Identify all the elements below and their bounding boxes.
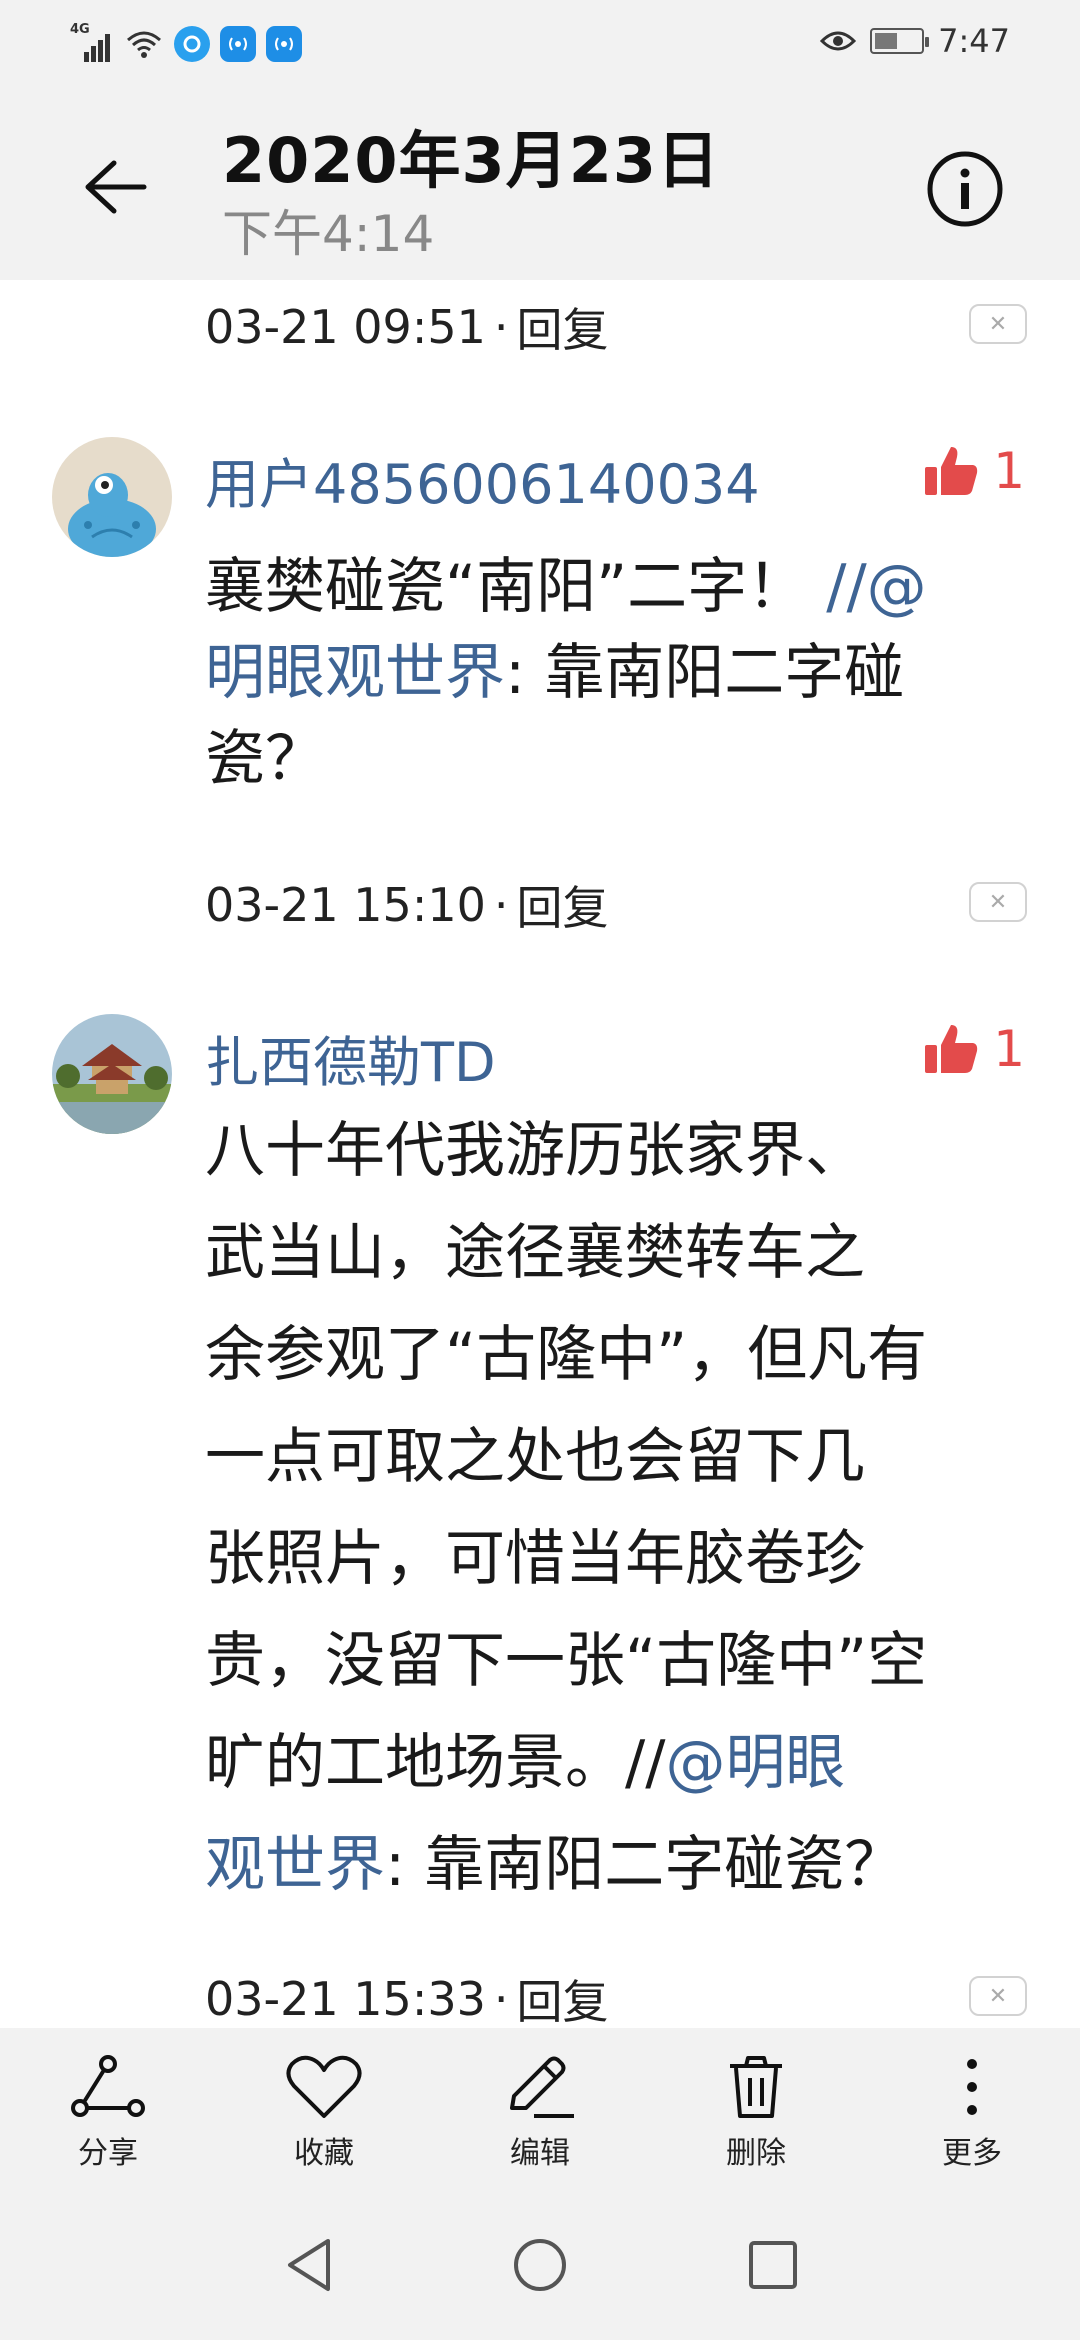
meta-separator: · bbox=[493, 300, 509, 354]
favorite-button[interactable]: 收藏 bbox=[216, 2028, 432, 2190]
triangle-back-icon bbox=[288, 2239, 330, 2291]
mention-link[interactable]: 明眼观世界 bbox=[205, 638, 505, 708]
delete-comment-button[interactable]: ✕ bbox=[969, 1976, 1027, 2016]
status-bar: 4G 7:47 bbox=[0, 0, 1080, 90]
reply-button[interactable]: 回复 bbox=[516, 294, 608, 360]
wifi-icon bbox=[127, 31, 161, 58]
comment-text-segment: 襄樊碰瓷“南阳”二字！ bbox=[205, 552, 827, 622]
reply-button[interactable]: 回复 bbox=[516, 872, 608, 938]
header: 2020年3月23日 下午4:14 bbox=[0, 90, 1080, 280]
comment-text: 八十年代我游历张家界、 武当山，途径襄樊转车之 余参观了“古隆中”，但凡有 一点… bbox=[205, 1100, 1025, 1916]
status-icons-right: 7:47 bbox=[820, 22, 1010, 60]
comment-time: 03-21 15:10 bbox=[205, 878, 486, 932]
comment-time: 03-21 15:33 bbox=[205, 1972, 486, 2026]
heart-icon bbox=[286, 2055, 362, 2118]
close-icon: ✕ bbox=[988, 889, 1008, 915]
comment-text-segment: : 靠南阳二字碰 bbox=[505, 638, 905, 708]
comment-line: 八十年代我游历张家界、 bbox=[205, 1116, 865, 1186]
comment-text-segment: : 靠南阳二字碰瓷？ bbox=[385, 1830, 905, 1900]
edit-button[interactable]: 编辑 bbox=[432, 2028, 648, 2190]
like-count: 1 bbox=[993, 442, 1025, 500]
mention-link[interactable]: 观世界 bbox=[205, 1830, 385, 1900]
comment-text: 襄樊碰瓷“南阳”二字！ //@ 明眼观世界: 靠南阳二字碰 瓷？ bbox=[205, 544, 1025, 802]
like-button[interactable]: 1 bbox=[923, 442, 1025, 500]
comment-username[interactable]: 用户4856006140034 bbox=[205, 440, 760, 519]
meta-separator: · bbox=[493, 878, 509, 932]
avatar[interactable] bbox=[52, 1014, 172, 1134]
comment-line: 观世界: 靠南阳二字碰瓷？ bbox=[205, 1814, 1025, 1916]
page-title: 2020年3月23日 bbox=[222, 124, 720, 197]
edit-label: 编辑 bbox=[510, 2136, 570, 2171]
close-icon: ✕ bbox=[988, 1983, 1008, 2009]
more-button[interactable]: 更多 bbox=[864, 2028, 1080, 2190]
comment-text-segment: 旷的工地场景。// bbox=[205, 1728, 666, 1798]
eye-comfort-icon bbox=[820, 31, 857, 51]
info-button[interactable] bbox=[920, 144, 1010, 234]
comment-time: 03-21 09:51 bbox=[205, 300, 486, 354]
comment-line: 余参观了“古隆中”，但凡有 bbox=[205, 1320, 928, 1390]
thumbs-up-icon bbox=[925, 1025, 978, 1073]
comment-meta: 03-21 09:51 · 回复 bbox=[205, 294, 608, 360]
comment-line: 旷的工地场景。//@明眼 bbox=[205, 1712, 1025, 1814]
avatar[interactable] bbox=[52, 437, 172, 557]
comment-meta: 03-21 15:33 · 回复 bbox=[205, 1966, 608, 2028]
comment-line: 襄樊碰瓷“南阳”二字！ //@ bbox=[205, 544, 1025, 630]
cellular-signal-icon: 4G bbox=[70, 22, 114, 64]
comment-line: 贵，没留下一张“古隆中”空 bbox=[205, 1626, 928, 1696]
action-bar: 分享 收藏 编辑 删除 更多 bbox=[0, 2028, 1080, 2190]
trash-icon bbox=[730, 2056, 782, 2118]
mention-link[interactable]: //@ bbox=[826, 552, 926, 622]
pencil-icon bbox=[510, 2056, 574, 2118]
delete-button[interactable]: 删除 bbox=[648, 2028, 864, 2190]
comment-line: 张照片，可惜当年胶卷珍 bbox=[205, 1524, 865, 1594]
comment-meta: 03-21 15:10 · 回复 bbox=[205, 872, 608, 938]
comment-list[interactable]: 03-21 09:51 · 回复 ✕ 用户4856006140034 1 襄樊碰… bbox=[0, 280, 1080, 2028]
arrow-left-icon bbox=[85, 160, 147, 214]
share-button[interactable]: 分享 bbox=[0, 2028, 216, 2190]
nav-home-button[interactable] bbox=[507, 2232, 573, 2298]
close-icon: ✕ bbox=[988, 311, 1008, 337]
info-icon bbox=[927, 151, 1003, 227]
hotspot-app-icon bbox=[220, 26, 256, 62]
share-icon bbox=[71, 2055, 145, 2117]
status-icons-left: 4G bbox=[70, 22, 302, 64]
favorite-label: 收藏 bbox=[294, 2136, 354, 2171]
reply-button[interactable]: 回复 bbox=[516, 1966, 608, 2028]
circle-home-icon bbox=[514, 2239, 566, 2291]
battery-icon bbox=[870, 28, 930, 54]
comment-line: 一点可取之处也会留下几 bbox=[205, 1422, 865, 1492]
comment-line: 瓷？ bbox=[205, 724, 325, 794]
delete-comment-button[interactable]: ✕ bbox=[969, 882, 1027, 922]
comment-username[interactable]: 扎西德勒TD bbox=[205, 1018, 496, 1097]
more-vertical-icon bbox=[967, 2059, 977, 2115]
page-subtitle: 下午4:14 bbox=[222, 205, 435, 263]
delete-label: 删除 bbox=[726, 2136, 786, 2171]
status-clock: 7:47 bbox=[938, 22, 1010, 60]
mention-link[interactable]: @明眼 bbox=[665, 1728, 845, 1798]
comment-line: 武当山，途径襄樊转车之 bbox=[205, 1218, 865, 1288]
network-type-label: 4G bbox=[70, 22, 90, 37]
thumbs-up-icon bbox=[925, 447, 978, 495]
square-recents-icon bbox=[749, 2241, 797, 2289]
nav-recents-button[interactable] bbox=[740, 2232, 806, 2298]
share-label: 分享 bbox=[78, 2136, 138, 2171]
comment-line: 明眼观世界: 靠南阳二字碰 bbox=[205, 630, 1025, 716]
delete-comment-button[interactable]: ✕ bbox=[969, 304, 1027, 344]
meta-separator: · bbox=[493, 1972, 509, 2026]
like-button[interactable]: 1 bbox=[923, 1020, 1025, 1078]
nav-back-button[interactable] bbox=[276, 2232, 342, 2298]
hotspot-app-icon-2 bbox=[266, 26, 302, 62]
app-notification-icon bbox=[174, 26, 210, 62]
like-count: 1 bbox=[993, 1020, 1025, 1078]
back-button[interactable] bbox=[70, 142, 160, 232]
system-nav-bar bbox=[0, 2190, 1080, 2340]
more-label: 更多 bbox=[942, 2136, 1002, 2171]
